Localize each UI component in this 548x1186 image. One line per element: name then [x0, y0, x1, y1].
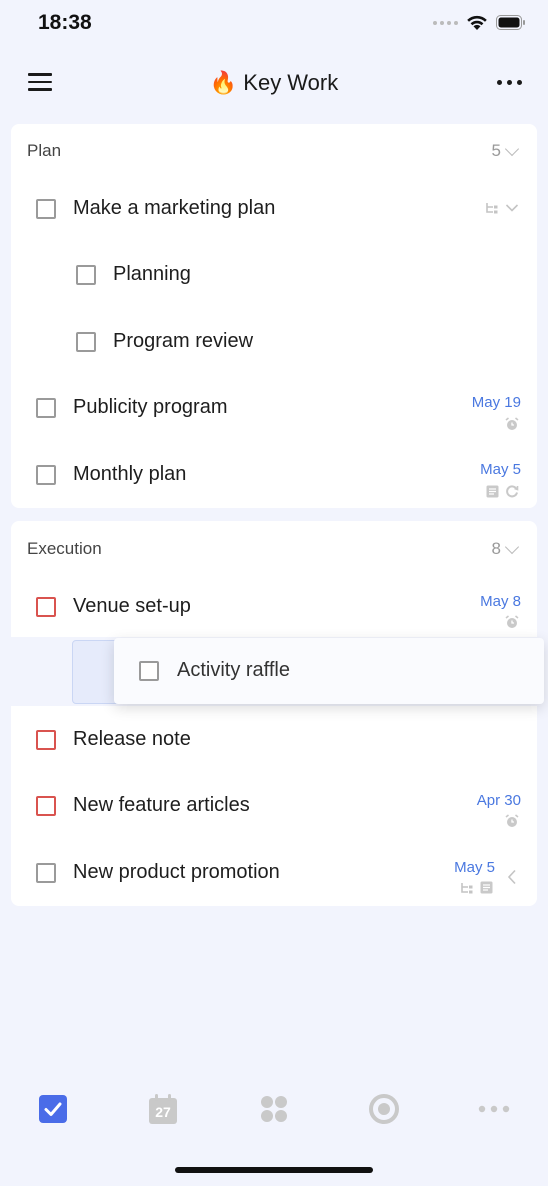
- task-meta-icons: [460, 881, 493, 894]
- subtask-icon: [486, 203, 498, 214]
- task-checkbox[interactable]: [36, 597, 56, 617]
- status-bar: 18:38: [0, 0, 548, 50]
- task-meta-icons: [505, 417, 519, 431]
- task-meta-icons: [485, 202, 519, 214]
- task-checkbox[interactable]: [139, 661, 159, 681]
- task-title: Activity raffle: [177, 659, 290, 681]
- group-plan: Plan 5 Make a marketing plan Planning Pr…: [11, 124, 537, 508]
- more-icon: [497, 80, 502, 85]
- focus-icon: [369, 1094, 399, 1124]
- checklist-icon: [39, 1095, 67, 1123]
- group-count: 8: [491, 539, 501, 558]
- alarm-icon: [505, 417, 519, 430]
- task-item[interactable]: Venue set-up May 8: [11, 573, 537, 639]
- tab-bar: 27: [0, 1080, 548, 1138]
- task-item[interactable]: New product promotion May 5: [11, 839, 537, 905]
- task-due-date: Apr 30: [476, 792, 521, 809]
- group-header-execution[interactable]: Execution 8: [11, 521, 537, 573]
- task-due-date: May 5: [480, 461, 521, 478]
- cellular-signal-icon: [433, 20, 458, 25]
- task-title: Monthly plan: [73, 463, 187, 485]
- task-item[interactable]: Release note: [11, 706, 537, 772]
- task-meta-icons: [505, 814, 519, 828]
- task-checkbox[interactable]: [76, 265, 96, 285]
- group-title: Plan: [27, 141, 62, 160]
- chevron-down-icon[interactable]: [505, 203, 519, 213]
- tab-matrix[interactable]: [257, 1092, 291, 1126]
- tab-focus[interactable]: [367, 1092, 401, 1126]
- nav-bar: 🔥 Key Work: [0, 56, 548, 112]
- task-title: Release note: [73, 728, 191, 750]
- status-time: 18:38: [38, 11, 92, 34]
- task-title: Publicity program: [73, 396, 228, 418]
- note-icon: [480, 881, 493, 894]
- wifi-icon: [467, 15, 487, 30]
- task-checkbox[interactable]: [36, 796, 56, 816]
- task-meta-icons: [486, 484, 519, 498]
- task-title: New feature articles: [73, 794, 250, 816]
- task-checkbox[interactable]: [76, 332, 96, 352]
- group-execution: Execution 8 Venue set-up May 8 Release n…: [11, 521, 537, 906]
- task-title: Planning: [113, 263, 191, 285]
- task-checkbox[interactable]: [36, 398, 56, 418]
- battery-icon: [496, 15, 525, 30]
- dragging-task[interactable]: Activity raffle: [114, 638, 544, 704]
- subtask-icon: [461, 882, 473, 893]
- task-title: Make a marketing plan: [73, 197, 276, 219]
- page-title: 🔥 Key Work: [0, 70, 548, 96]
- task-item[interactable]: Publicity program May 19: [11, 375, 537, 441]
- task-due-date: May 5: [454, 859, 495, 876]
- status-icons: [433, 14, 526, 31]
- task-due-date: May 19: [471, 394, 521, 411]
- task-item[interactable]: Make a marketing plan: [11, 176, 537, 242]
- grid-icon: [261, 1096, 287, 1122]
- alarm-icon: [505, 814, 519, 827]
- chevron-left-icon[interactable]: [507, 869, 517, 885]
- tab-more[interactable]: [477, 1092, 511, 1126]
- fire-icon: 🔥: [209, 70, 238, 95]
- task-checkbox[interactable]: [36, 465, 56, 485]
- home-indicator: [175, 1167, 373, 1173]
- chevron-down-icon: [504, 539, 520, 555]
- task-checkbox[interactable]: [36, 199, 56, 219]
- note-icon: [486, 485, 499, 497]
- calendar-day: 27: [155, 1104, 171, 1120]
- more-icon: [478, 1105, 510, 1113]
- subtask-item[interactable]: Program review: [11, 309, 537, 375]
- group-header-plan[interactable]: Plan 5: [11, 124, 537, 176]
- task-title: Program review: [113, 330, 254, 352]
- alarm-icon: [505, 615, 519, 628]
- tab-tasks[interactable]: [36, 1092, 70, 1126]
- task-item[interactable]: Monthly plan May 5: [11, 442, 537, 508]
- more-options-button[interactable]: [497, 80, 522, 85]
- task-meta-icons: [505, 615, 519, 629]
- task-title: New product promotion: [73, 861, 280, 883]
- task-checkbox[interactable]: [36, 863, 56, 883]
- task-due-date: May 8: [480, 593, 521, 610]
- page-title-text: Key Work: [243, 70, 339, 95]
- task-checkbox[interactable]: [36, 730, 56, 750]
- group-count: 5: [491, 141, 501, 160]
- group-title: Execution: [27, 539, 102, 558]
- task-item[interactable]: New feature articles Apr 30: [11, 772, 537, 838]
- task-title: Venue set-up: [73, 595, 191, 617]
- chevron-down-icon: [504, 141, 520, 157]
- repeat-icon: [506, 485, 519, 498]
- tab-calendar[interactable]: 27: [146, 1092, 180, 1126]
- subtask-item[interactable]: Planning: [11, 242, 537, 308]
